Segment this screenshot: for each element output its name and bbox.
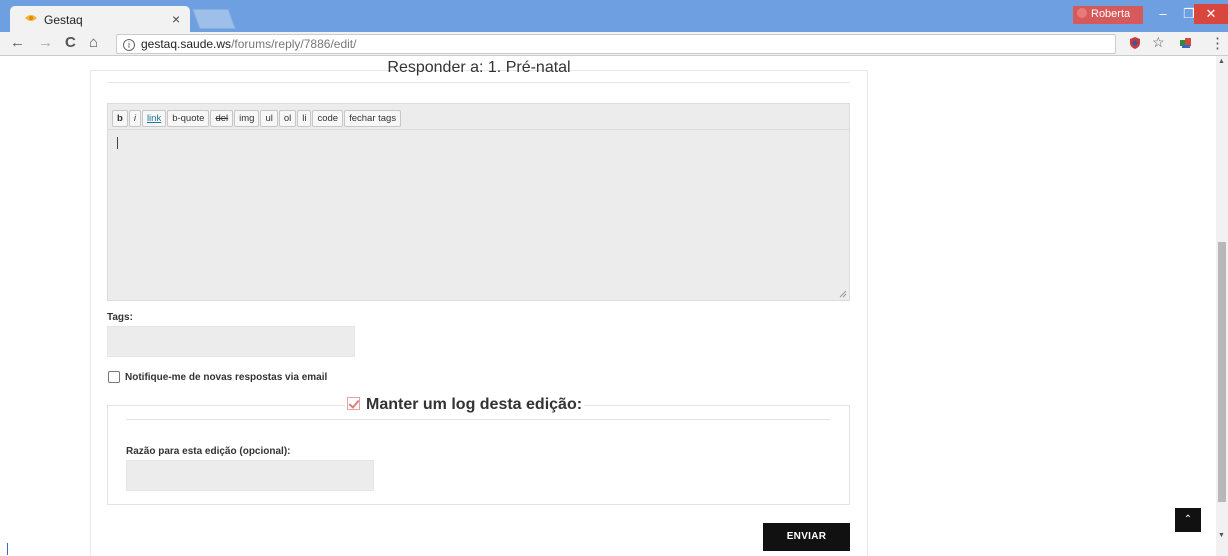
bold-button[interactable]: b <box>112 110 128 127</box>
bookmark-star-icon[interactable]: ☆ <box>1152 34 1165 51</box>
page-content: Responder a: 1. Pré-natal b i link b-quote d… <box>0 56 1216 556</box>
page-title: Responder a: 1. Pré-natal <box>108 59 850 83</box>
edit-log-divider <box>126 419 830 420</box>
page-scrollbar[interactable]: ▲ ▼ <box>1216 56 1228 556</box>
new-tab-button[interactable] <box>192 9 236 29</box>
browser-menu-icon[interactable]: ⋮ <box>1210 34 1225 52</box>
edit-reason-input[interactable] <box>126 460 374 491</box>
profile-button[interactable]: Roberta <box>1073 6 1143 24</box>
edit-reason-label: Razão para esta edição (opcional): <box>126 446 291 457</box>
log-edit-checkbox[interactable] <box>347 397 360 410</box>
window-close-button[interactable]: ✕ <box>1194 4 1228 24</box>
browser-navbar: ← → C ⌂ i gestaq.saude.ws/forums/reply/78… <box>0 32 1228 56</box>
italic-button[interactable]: i <box>128 110 141 127</box>
scroll-down-arrow-icon[interactable]: ▼ <box>1218 532 1225 539</box>
home-icon[interactable]: ⌂ <box>89 34 98 51</box>
back-arrow-icon[interactable]: ← <box>10 34 25 51</box>
notify-checkbox[interactable] <box>108 371 120 383</box>
link-button[interactable]: link <box>141 110 167 127</box>
ol-button[interactable]: ol <box>278 110 297 127</box>
scrollbar-thumb[interactable] <box>1218 242 1226 502</box>
text-caret <box>117 137 118 149</box>
reload-icon[interactable]: C <box>65 34 76 51</box>
reply-editor: b i link b-quote del img ul ol li code fechar tags <box>107 103 850 301</box>
site-info-icon[interactable]: i <box>123 39 135 51</box>
edit-log-legend: Manter um log desta edição: <box>345 396 585 414</box>
blockquote-button[interactable]: b-quote <box>167 110 210 127</box>
del-button[interactable]: del <box>210 110 234 127</box>
url-path: /forums/reply/7886/edit/ <box>231 37 357 51</box>
browser-tab-gestaq[interactable]: Gestaq × <box>10 6 190 32</box>
tags-input[interactable] <box>107 326 355 357</box>
forward-arrow-icon[interactable]: → <box>38 34 53 51</box>
taskbar-edge <box>7 543 8 555</box>
ul-button[interactable]: ul <box>260 110 278 127</box>
address-bar[interactable]: i gestaq.saude.ws/forums/reply/7886/edit/ <box>116 34 1116 54</box>
tags-label: Tags: <box>107 312 133 323</box>
shield-extension-icon[interactable] <box>1128 36 1142 50</box>
colorful-extension-icon[interactable] <box>1179 36 1193 50</box>
submit-button[interactable]: ENVIAR <box>763 523 850 551</box>
editor-toolbar: b i link b-quote del img ul ol li code fechar tags <box>108 104 849 130</box>
resize-grip-icon[interactable] <box>839 290 847 298</box>
profile-avatar-icon <box>1077 8 1087 18</box>
tab-close-icon[interactable]: × <box>172 11 180 27</box>
li-button[interactable]: li <box>297 110 312 127</box>
gestaq-favicon-icon <box>25 15 37 21</box>
browser-titlebar: Gestaq × Roberta – ❐ ✕ <box>0 0 1228 32</box>
reply-textarea[interactable] <box>108 130 849 300</box>
profile-name: Roberta <box>1091 8 1131 20</box>
minimize-button[interactable]: – <box>1150 4 1176 24</box>
log-edit-label: Manter um log desta edição: <box>366 396 583 413</box>
tab-title: Gestaq <box>44 13 83 27</box>
url-host: gestaq.saude.ws <box>141 37 232 51</box>
notify-label: Notifique-me de novas respostas via emai… <box>125 372 328 383</box>
scroll-up-arrow-icon[interactable]: ▲ <box>1218 58 1225 65</box>
img-button[interactable]: img <box>234 110 260 127</box>
scroll-to-top-button[interactable]: ⌃ <box>1175 508 1201 532</box>
close-tags-button[interactable]: fechar tags <box>344 110 402 127</box>
code-button[interactable]: code <box>312 110 344 127</box>
